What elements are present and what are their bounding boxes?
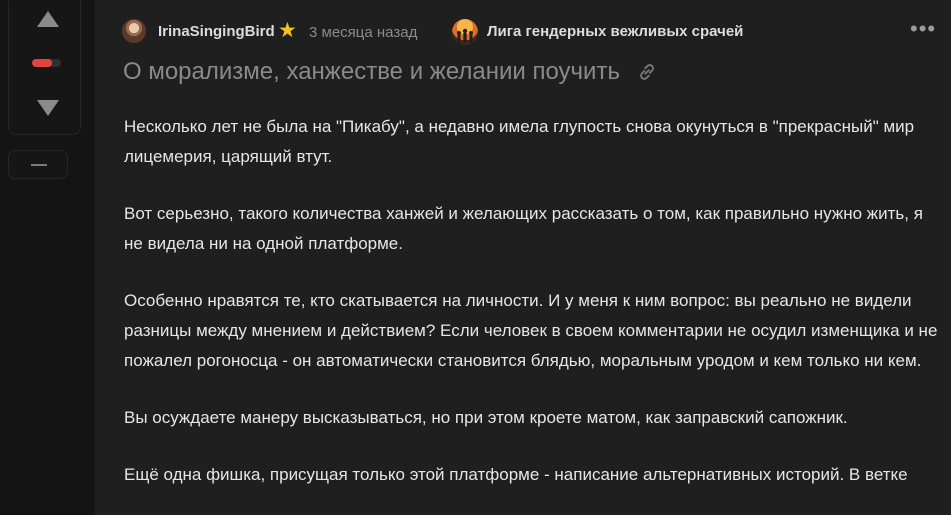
story-paragraph: Особенно нравятся те, кто скатывается на… — [124, 291, 938, 370]
community-link[interactable]: Лига гендерных вежливых срачей — [487, 23, 743, 40]
downvote-button[interactable] — [37, 100, 59, 116]
story-paragraph: Несколько лет не была на "Пикабу", а нед… — [124, 117, 915, 166]
rating-bar-negative — [32, 59, 53, 67]
story-title-row: О морализме, ханжестве и желании поучить — [123, 58, 658, 86]
story-paragraph: Вы осуждаете манеру высказываться, но пр… — [124, 408, 848, 427]
community-people-icon — [457, 28, 473, 43]
page: IrinaSingingBird ★ 3 месяца назад Лига г… — [0, 0, 951, 515]
minus-icon — [31, 164, 47, 166]
arrow-down-icon — [37, 100, 59, 116]
star-icon: ★ — [278, 19, 297, 42]
more-options-icon[interactable]: ••• — [910, 18, 935, 45]
community-avatar[interactable] — [452, 19, 478, 45]
author-name[interactable]: IrinaSingingBird — [158, 23, 275, 40]
link-icon[interactable] — [636, 61, 658, 83]
story-card: IrinaSingingBird ★ 3 месяца назад Лига г… — [95, 0, 951, 515]
story-paragraph: Вот серьезно, такого количества ханжей и… — [124, 204, 923, 253]
vote-panel — [8, 0, 81, 135]
story-body: Несколько лет не была на "Пикабу", а нед… — [124, 112, 939, 515]
upvote-button[interactable] — [37, 11, 59, 27]
post-time[interactable]: 3 месяца назад — [309, 24, 417, 41]
rating-bar — [32, 59, 61, 67]
collapse-button[interactable] — [8, 150, 68, 179]
author-avatar[interactable] — [122, 19, 146, 43]
story-paragraph: Ещё одна фишка, присущая только этой пла… — [124, 465, 908, 484]
story-title[interactable]: О морализме, ханжестве и желании поучить — [123, 58, 620, 86]
arrow-up-icon — [37, 11, 59, 27]
story-header: IrinaSingingBird ★ 3 месяца назад Лига г… — [122, 18, 951, 45]
